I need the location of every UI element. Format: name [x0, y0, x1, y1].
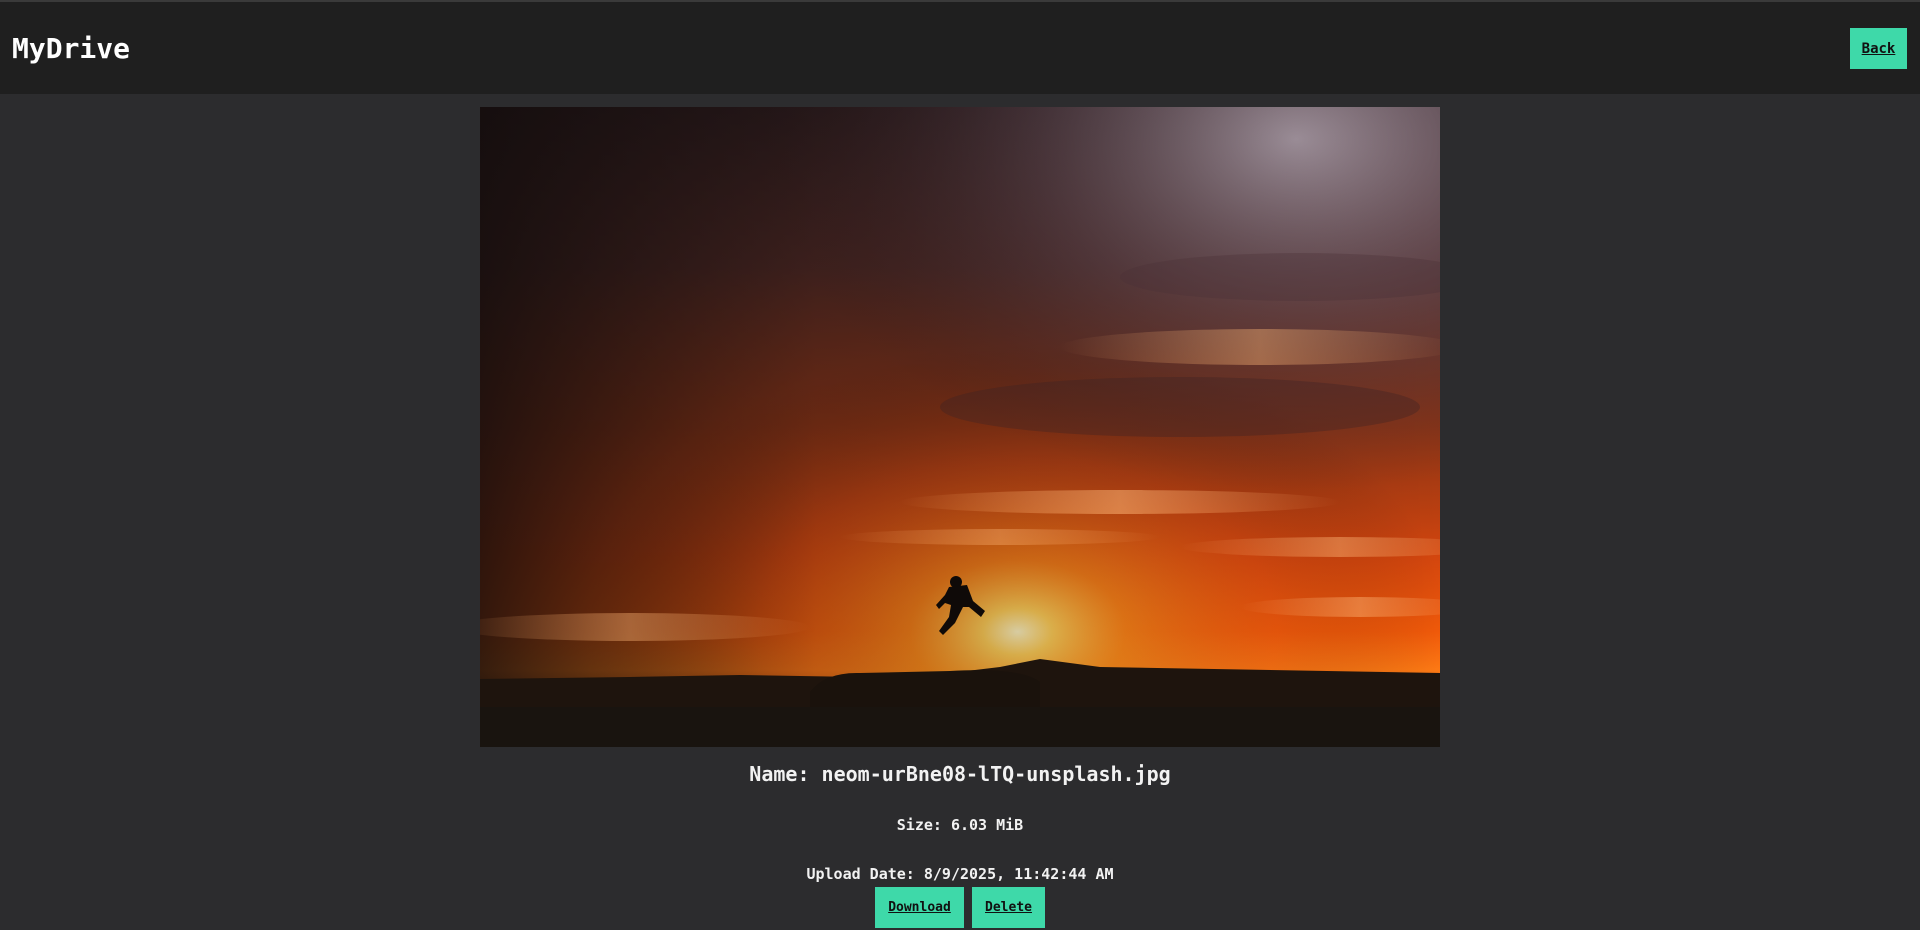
download-button[interactable]: Download — [875, 887, 964, 928]
app-header: MyDrive Back — [0, 2, 1920, 94]
file-size: Size: 6.03 MiB — [896, 816, 1024, 834]
upload-date: Upload Date: 8/9/2025, 11:42:44 AM — [806, 865, 1114, 883]
file-actions: Download Delete — [0, 887, 1920, 928]
image-preview — [480, 107, 1440, 747]
delete-button[interactable]: Delete — [972, 887, 1045, 928]
back-button[interactable]: Back — [1850, 28, 1907, 69]
sunset-photo — [480, 107, 1440, 747]
app-title: MyDrive — [12, 32, 131, 65]
file-name: Name: neom-urBne08-lTQ-unsplash.jpg — [749, 762, 1171, 786]
